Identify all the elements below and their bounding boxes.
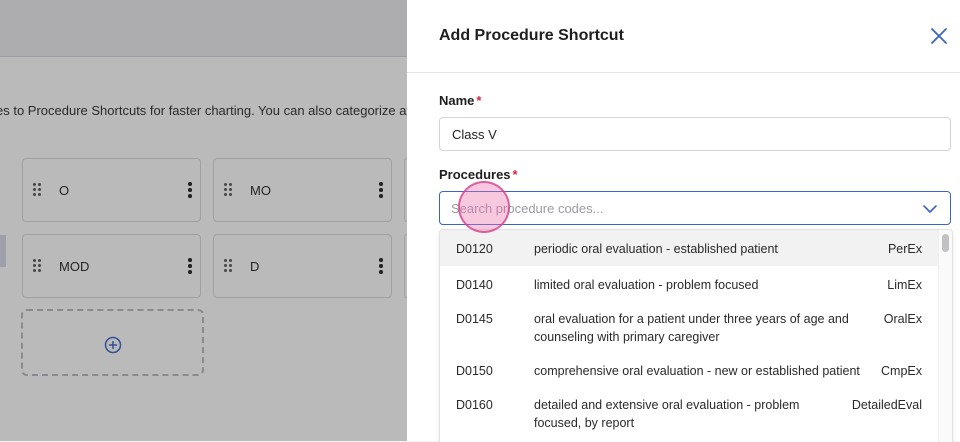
- procedure-option[interactable]: D0150 comprehensive oral evaluation - ne…: [440, 352, 938, 386]
- procedure-description: periodic oral evaluation - established p…: [534, 242, 778, 256]
- procedure-code: D0160: [456, 398, 493, 412]
- procedure-options-list: D0120 periodic oral evaluation - establi…: [439, 229, 953, 442]
- procedure-description: oral evaluation for a patient under thre…: [534, 312, 849, 344]
- procedure-abbreviation: CmpEx: [881, 364, 922, 378]
- procedure-option[interactable]: D0140 limited oral evaluation - problem …: [440, 266, 938, 300]
- procedure-code: D0120: [456, 242, 493, 256]
- procedure-code: D0140: [456, 278, 493, 292]
- procedure-option[interactable]: D0145 oral evaluation for a patient unde…: [440, 300, 938, 352]
- procedure-abbreviation: PerEx: [887, 242, 922, 256]
- modal-backdrop[interactable]: [0, 0, 407, 441]
- chevron-down-icon[interactable]: [922, 201, 938, 217]
- procedures-label: Procedures *: [439, 167, 518, 182]
- drawer-header: Add Procedure Shortcut: [407, 0, 960, 73]
- scrollbar-thumb[interactable]: [942, 234, 949, 252]
- required-mark: *: [476, 93, 482, 108]
- name-input[interactable]: [439, 117, 951, 151]
- procedure-abbreviation: DetailedEval: [851, 398, 922, 412]
- procedure-search-input[interactable]: [451, 192, 911, 224]
- drawer-title: Add Procedure Shortcut: [439, 27, 624, 44]
- dropdown-scrollbar[interactable]: [938, 230, 952, 442]
- procedure-description: limited oral evaluation - problem focuse…: [534, 278, 759, 292]
- procedure-search-select[interactable]: [439, 191, 951, 225]
- procedure-code: D0145: [456, 312, 493, 326]
- procedure-description: comprehensive oral evaluation - new or e…: [534, 364, 860, 378]
- procedure-option[interactable]: D0120 periodic oral evaluation - establi…: [440, 230, 938, 266]
- procedure-code: D0150: [456, 364, 493, 378]
- procedure-abbreviation: LimEx: [887, 278, 922, 292]
- procedure-option[interactable]: D0160 detailed and extensive oral evalua…: [440, 386, 938, 442]
- name-label-text: Name: [439, 93, 475, 108]
- name-label: Name *: [439, 93, 481, 108]
- procedure-description: detailed and extensive oral evaluation -…: [534, 398, 800, 430]
- procedures-label-text: Procedures: [439, 167, 511, 182]
- add-procedure-shortcut-drawer: Add Procedure Shortcut Name* Procedures*…: [407, 0, 960, 442]
- required-mark: *: [512, 167, 518, 182]
- procedure-abbreviation: OralEx: [883, 312, 922, 326]
- close-icon[interactable]: [927, 24, 951, 48]
